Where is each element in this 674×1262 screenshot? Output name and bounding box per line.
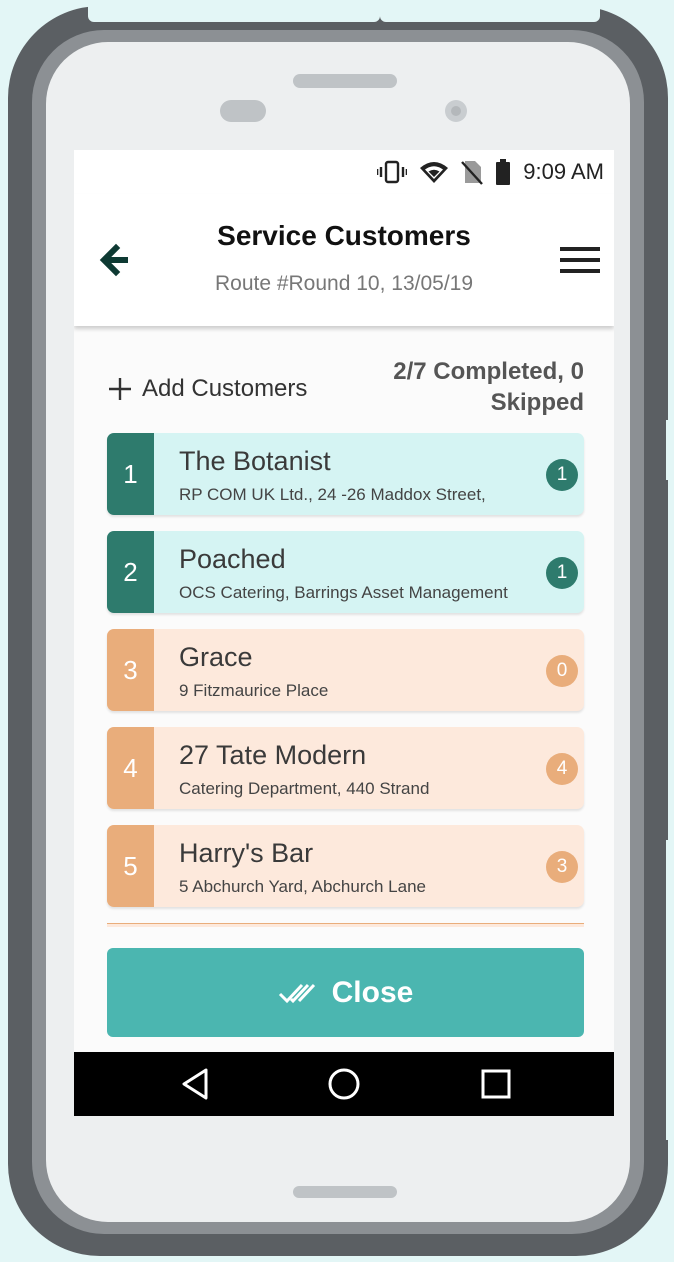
customer-count-badge: 3 (546, 851, 578, 883)
frame-notch (88, 6, 380, 22)
customer-name: Poached (179, 544, 286, 574)
next-card-peek (107, 923, 584, 927)
customer-name: The Botanist (179, 446, 331, 476)
battery-icon (496, 159, 511, 185)
progress-line-1: 2/7 Completed, 0 (393, 358, 584, 385)
bottom-grille (293, 1186, 397, 1198)
square-recents-icon (481, 1069, 511, 1099)
customer-address: 9 Fitzmaurice Place (179, 681, 329, 700)
customer-name: Grace (179, 642, 253, 672)
speaker-grille (293, 74, 397, 88)
progress-line-2: Skipped (490, 389, 584, 416)
proximity-sensor (220, 100, 266, 122)
customer-count-badge: 1 (546, 459, 578, 491)
double-check-icon (278, 983, 315, 1003)
status-time: 9:09 AM (523, 159, 604, 184)
vibrate-icon (377, 160, 408, 184)
customer-address: OCS Catering, Barrings Asset Management (179, 583, 508, 602)
customer-number: 5 (107, 825, 154, 907)
front-camera (445, 100, 467, 122)
customer-card[interactable]: 2 Poached OCS Catering, Barrings Asset M… (107, 531, 584, 613)
nav-recents-button[interactable] (478, 1066, 514, 1102)
frame-side-notch (666, 420, 674, 480)
nav-home-button[interactable] (326, 1066, 362, 1102)
android-nav-bar (74, 1052, 614, 1116)
plus-icon (109, 378, 131, 400)
customer-name: Harry's Bar (179, 838, 314, 868)
page-title: Service Customers (217, 220, 471, 251)
close-button-label: Close (331, 975, 414, 1009)
customer-list-section: Add Customers 2/7 Completed, 0 Skipped 1… (74, 326, 614, 1052)
no-sim-icon (461, 161, 484, 185)
circle-home-icon (328, 1068, 360, 1100)
frame-notch (380, 6, 600, 22)
add-customers-button[interactable]: Add Customers (108, 372, 307, 406)
menu-button[interactable] (558, 240, 602, 280)
customer-address: RP COM UK Ltd., 24 -26 Maddox Street, (179, 485, 486, 504)
add-customers-label: Add Customers (142, 375, 308, 402)
customer-address: Catering Department, 440 Strand (179, 779, 430, 798)
hamburger-menu-icon (560, 247, 600, 273)
customer-count-badge: 1 (546, 557, 578, 589)
customer-count-badge: 0 (546, 655, 578, 687)
customer-card[interactable]: 4 27 Tate Modern Catering Department, 44… (107, 727, 584, 809)
customer-card[interactable]: 5 Harry's Bar 5 Abchurch Yard, Abchurch … (107, 825, 584, 907)
customer-card[interactable]: 3 Grace 9 Fitzmaurice Place 0 (107, 629, 584, 711)
phone-screen: 9:09 AM Service Customers Route #Round 1… (74, 150, 614, 1116)
customer-address: 5 Abchurch Yard, Abchurch Lane (179, 877, 426, 896)
progress-summary: 2/7 Completed, 0 Skipped (393, 356, 584, 418)
customer-number: 3 (107, 629, 154, 711)
wifi-icon (420, 162, 449, 183)
customer-number: 2 (107, 531, 154, 613)
customer-name: 27 Tate Modern (179, 740, 367, 770)
customer-count-badge: 4 (546, 753, 578, 785)
customer-card[interactable]: 1 The Botanist RP COM UK Ltd., 24 -26 Ma… (107, 433, 584, 515)
status-bar: 9:09 AM (74, 150, 614, 194)
frame-side-notch (0, 120, 8, 320)
nav-back-button[interactable] (178, 1066, 214, 1102)
close-button[interactable]: Close (107, 948, 584, 1037)
customer-number: 1 (107, 433, 154, 515)
frame-side-notch (666, 840, 674, 1140)
app-header: Service Customers Route #Round 10, 13/05… (74, 194, 614, 326)
triangle-back-icon (182, 1068, 208, 1100)
page-subtitle: Route #Round 10, 13/05/19 (214, 272, 474, 295)
customer-number: 4 (107, 727, 154, 809)
